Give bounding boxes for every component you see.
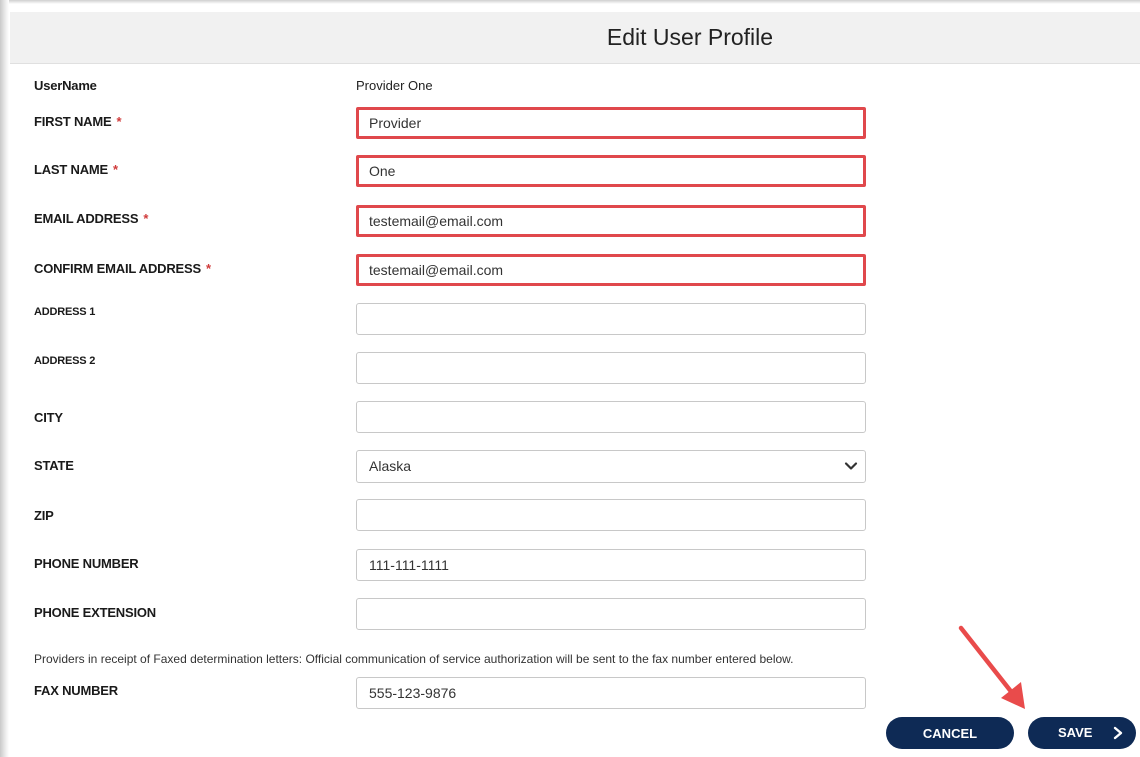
save-button[interactable]: SAVE — [1028, 717, 1136, 749]
email-input[interactable] — [356, 205, 866, 237]
last-name-label: LAST NAME * — [34, 162, 118, 177]
page-title: Edit User Profile — [606, 24, 774, 50]
zip-label: ZIP — [34, 508, 54, 523]
red-arrow-icon — [958, 625, 1025, 709]
fax-note: Providers in receipt of Faxed determinat… — [34, 652, 794, 666]
state-label: STATE — [34, 458, 74, 473]
fax-input[interactable] — [356, 677, 866, 709]
required-mark: * — [116, 114, 122, 129]
confirm-email-label: CONFIRM EMAIL ADDRESS * — [34, 261, 211, 276]
chevron-down-icon[interactable] — [844, 459, 858, 473]
phone-extension-label: PHONE EXTENSION — [34, 605, 156, 620]
phone-extension-input[interactable] — [356, 598, 866, 630]
address2-input[interactable] — [356, 352, 866, 384]
required-mark: * — [143, 211, 149, 226]
first-name-label-text: FIRST NAME — [34, 114, 112, 129]
username-label: UserName — [34, 78, 97, 93]
confirm-email-label-text: CONFIRM EMAIL ADDRESS — [34, 261, 201, 276]
zip-input[interactable] — [356, 499, 866, 531]
last-name-input[interactable] — [356, 155, 866, 187]
email-label-text: EMAIL ADDRESS — [34, 211, 139, 226]
address1-input[interactable] — [356, 303, 866, 335]
save-button-label: SAVE — [1058, 725, 1093, 740]
fax-label: FAX NUMBER — [34, 683, 118, 698]
state-select-value[interactable]: Alaska — [356, 450, 866, 483]
phone-input[interactable] — [356, 549, 866, 581]
city-input[interactable] — [356, 401, 866, 433]
phone-label: PHONE NUMBER — [34, 556, 139, 571]
username-value: Provider One — [356, 78, 433, 93]
window-top-edge — [0, 0, 1140, 4]
cancel-button[interactable]: CANCEL — [886, 717, 1014, 749]
first-name-label: FIRST NAME * — [34, 114, 122, 129]
email-label: EMAIL ADDRESS * — [34, 211, 148, 226]
confirm-email-input[interactable] — [356, 254, 866, 286]
required-mark: * — [113, 162, 118, 177]
page-header: Edit User Profile — [10, 12, 1140, 64]
last-name-label-text: LAST NAME — [34, 162, 109, 177]
state-select[interactable]: Alaska — [356, 450, 866, 483]
first-name-input[interactable] — [356, 107, 866, 139]
address1-label: ADDRESS 1 — [34, 306, 96, 318]
window-left-edge — [0, 0, 9, 757]
address2-label: ADDRESS 2 — [34, 355, 96, 367]
required-mark: * — [205, 261, 211, 276]
city-label: CITY — [34, 410, 63, 425]
chevron-right-icon — [1113, 726, 1123, 740]
